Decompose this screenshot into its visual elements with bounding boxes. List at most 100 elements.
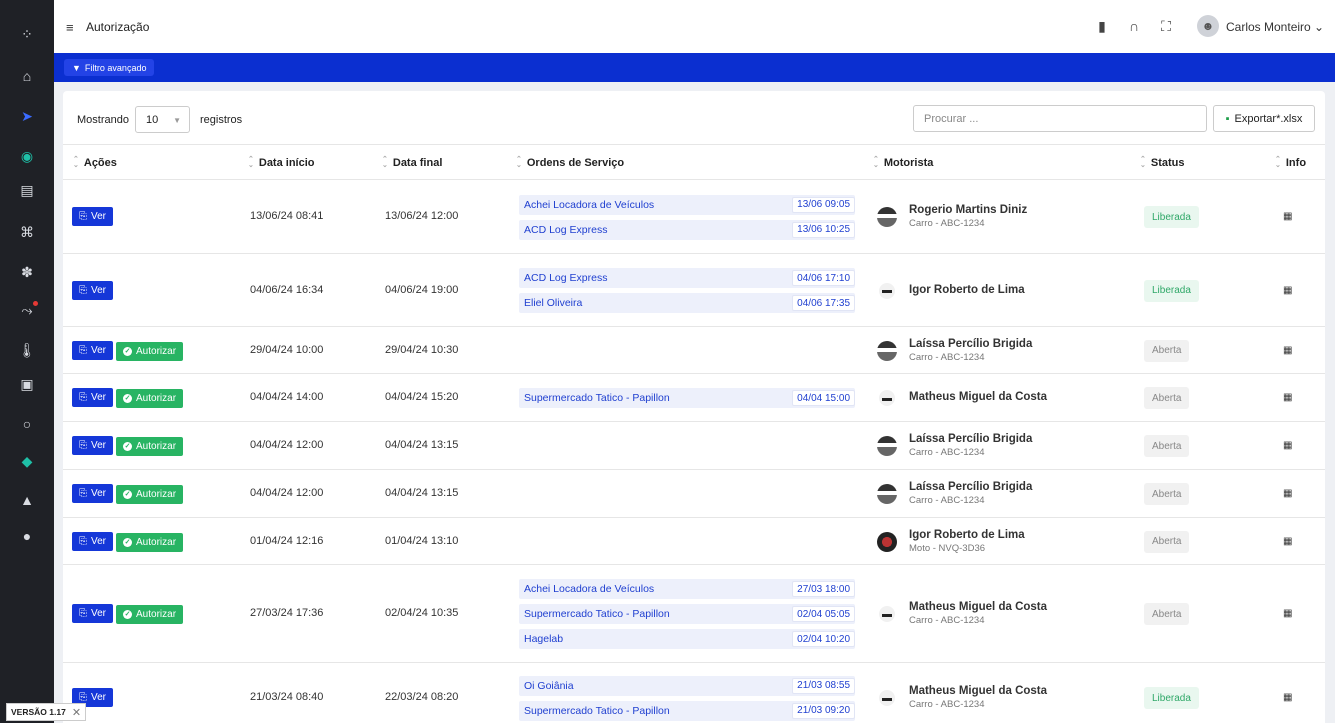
search-input[interactable] [913, 105, 1207, 132]
filter-bar: ▼ Filtro avançado [54, 53, 1335, 82]
user-circle-icon[interactable]: ● [0, 522, 54, 550]
col-status[interactable]: ⌃ ⌄ Status [1140, 156, 1185, 169]
close-icon[interactable]: ✕ [72, 706, 81, 719]
book-icon[interactable]: ▮ [1093, 17, 1111, 35]
status-badge: Aberta [1144, 603, 1190, 625]
view-button[interactable]: ⎘ Ver [72, 484, 114, 503]
col-ordens[interactable]: ⌃ ⌄ Ordens de Serviço [516, 156, 624, 169]
authorize-button[interactable]: ✓ Autorizar [116, 341, 184, 361]
col-data-inicio[interactable]: ⌃ ⌄ Data início [248, 156, 315, 169]
calendar-icon[interactable]: ▦ [1283, 440, 1292, 451]
calendar-icon[interactable]: ▦ [1283, 285, 1292, 296]
target-icon[interactable]: ◉ [0, 142, 54, 170]
thermometer-icon[interactable]: 🌡 [0, 336, 54, 364]
view-label: Ver [91, 392, 107, 403]
authorize-button[interactable]: ✓ Autorizar [116, 437, 184, 456]
service-order-item[interactable]: ACD Log Express 04/06 17:10 [519, 268, 855, 288]
link-icon: ⎘ [79, 692, 87, 703]
device-icon[interactable]: ▣ [0, 370, 54, 398]
service-order-item[interactable]: Supermercado Tatico - Papillon 21/03 09:2… [519, 700, 855, 721]
service-order-time: 13/06 10:25 [792, 221, 855, 238]
view-button[interactable]: ⎘ Ver [72, 340, 114, 360]
gear-cluster-icon[interactable]: ✽ [0, 258, 54, 286]
export-button[interactable]: ▪ Exportar*.xlsx [1213, 105, 1315, 132]
calendar-icon[interactable]: ▦ [1283, 488, 1292, 499]
menu-icon[interactable]: ≡ [66, 20, 74, 35]
view-button[interactable]: ⎘ Ver [72, 388, 114, 407]
start-date: 04/04/24 12:00 [250, 487, 324, 499]
col-motorista[interactable]: ⌃ ⌄ Motorista [873, 156, 934, 169]
view-button[interactable]: ⎘ Ver [72, 531, 114, 551]
page-size-select[interactable]: 10 ▼ [135, 106, 190, 133]
view-label: Ver [91, 608, 107, 619]
start-date: 04/04/24 12:00 [250, 439, 324, 451]
row-actions: ⎘ Ver ✓ Autorizar [72, 484, 184, 504]
vehicle-label: Carro - ABC-1234 [909, 615, 985, 626]
check-icon: ✓ [123, 490, 133, 499]
vehicle-label: Carro - ABC-1234 [909, 218, 985, 229]
notification-dot [33, 301, 38, 306]
headset-icon[interactable]: ∩ [1125, 17, 1143, 35]
car-icon: ▬ [876, 387, 898, 409]
table-row: ⎘ Ver 21/03/24 08:40 22/03/24 08:20 Oi Goiân… [63, 663, 1325, 723]
check-icon: ✓ [123, 610, 133, 619]
avatar[interactable]: ☻ [1197, 15, 1219, 37]
view-button[interactable]: ⎘ Ver [72, 207, 114, 226]
end-date: 22/03/24 08:20 [385, 691, 459, 703]
view-button[interactable]: ⎘ Ver [72, 436, 114, 455]
warning-icon[interactable]: ▲ [0, 486, 54, 514]
row-actions: ⎘ Ver ✓ Autorizar [72, 604, 184, 624]
service-order-item[interactable]: Hagelab 02/04 10:20 [519, 629, 855, 649]
diamond-icon[interactable]: ◆ [0, 447, 54, 475]
app-logo-icon[interactable]: ⁘ [0, 20, 54, 48]
col-motorista-label: Motorista [883, 157, 934, 169]
calendar-icon[interactable]: ▦ [1283, 608, 1292, 619]
service-order-time: 21/03 09:20 [792, 702, 855, 719]
command-icon[interactable]: ⌘ [0, 218, 54, 246]
home-icon[interactable]: ⌂ [0, 62, 54, 90]
col-info[interactable]: ⌃ ⌄ Info [1275, 156, 1306, 169]
sort-icon: ⌃ ⌄ [873, 156, 879, 169]
refresh-icon[interactable]: ○ [0, 410, 54, 438]
service-order-item[interactable]: Achei Locadora de Veículos 27/03 18:00 [519, 579, 855, 599]
calendar-icon[interactable]: ▦ [1283, 392, 1292, 403]
calendar-icon[interactable]: ▦ [1283, 211, 1292, 222]
table-row: ⎘ Ver ✓ Autorizar 27/03/24 17:36 02/04/24 10:… [63, 565, 1325, 663]
routes-icon[interactable]: ⤳ [0, 296, 54, 324]
calendar-icon[interactable]: ▦ [1283, 536, 1292, 547]
service-order-item[interactable]: Achei Locadora de Veículos 13/06 09:05 [519, 194, 855, 215]
service-order-item[interactable]: Supermercado Tatico - Papillon 02/04 05:0… [519, 604, 855, 624]
calendar-icon[interactable]: ▦ [1283, 692, 1292, 703]
authorize-label: Autorizar [136, 441, 177, 452]
send-icon[interactable]: ➤ [0, 102, 54, 130]
view-label: Ver [91, 344, 107, 356]
col-data-final[interactable]: ⌃ ⌄ Data final [382, 156, 442, 169]
service-order-item[interactable]: Eliel Oliveira 04/06 17:35 [519, 293, 855, 313]
col-acoes[interactable]: ⌃ ⌄ Ações [73, 156, 117, 169]
authorize-button[interactable]: ✓ Autorizar [116, 485, 184, 504]
driver-name: Igor Roberto de Lima [909, 283, 1025, 296]
authorize-button[interactable]: ✓ Autorizar [116, 389, 184, 408]
fullscreen-icon[interactable]: ⛶ [1157, 17, 1175, 35]
status-badge: Aberta [1144, 483, 1190, 505]
view-button[interactable]: ⎘ Ver [72, 604, 114, 623]
calendar-icon[interactable]: ▦ [1283, 345, 1292, 356]
view-button[interactable]: ⎘ Ver [72, 280, 114, 300]
authorize-button[interactable]: ✓ Autorizar [116, 532, 184, 552]
check-icon: ✓ [123, 537, 133, 547]
page-size-value: 10 [146, 113, 159, 126]
view-label: Ver [91, 211, 107, 222]
service-order-item[interactable]: ACD Log Express 13/06 10:25 [519, 219, 855, 240]
authorize-label: Autorizar [136, 489, 177, 500]
user-menu[interactable]: Carlos Monteiro ⌄ [1226, 20, 1324, 34]
advanced-filter-button[interactable]: ▼ Filtro avançado [64, 59, 155, 76]
service-order-item[interactable]: Supermercado Tatico - Papillon 04/04 15:0… [519, 388, 855, 408]
authorize-button[interactable]: ✓ Autorizar [116, 605, 184, 624]
show-label: Mostrando [77, 114, 129, 126]
table-row: ⎘ Ver ✓ Autorizar 04/04/24 12:00 04/04/24 13:… [63, 470, 1325, 518]
row-actions: ⎘ Ver ✓ Autorizar [72, 340, 184, 361]
view-label: Ver [91, 488, 107, 499]
service-order-item[interactable]: Oi Goiânia 21/03 08:55 [519, 675, 855, 696]
page-title: Autorização [86, 20, 150, 34]
clipboard-search-icon[interactable]: ▤ [0, 176, 54, 204]
